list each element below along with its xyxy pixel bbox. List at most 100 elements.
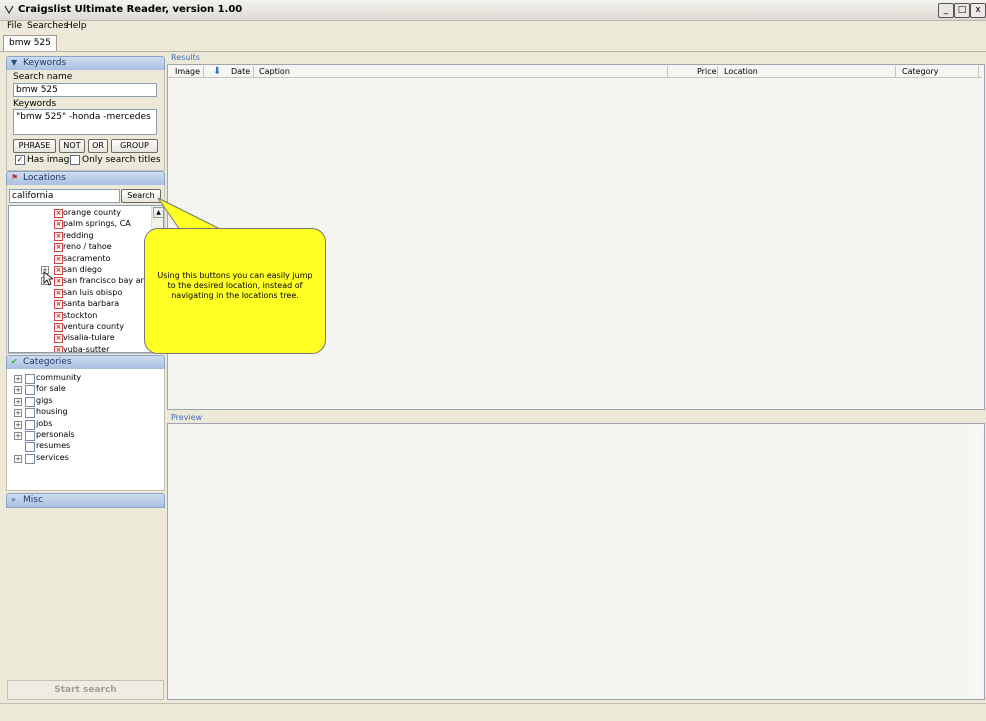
results-header-divider bbox=[168, 77, 982, 78]
phrase-button[interactable]: PHRASE bbox=[13, 139, 56, 153]
location-item-label: san diego bbox=[63, 265, 102, 274]
location-item[interactable]: × orange county bbox=[9, 208, 149, 219]
excluded-icon[interactable]: × bbox=[54, 334, 63, 344]
close-button[interactable]: x bbox=[970, 3, 986, 18]
keywords-label: Keywords bbox=[13, 99, 57, 109]
location-item[interactable]: × reno / tahoe bbox=[9, 242, 149, 253]
column-date[interactable]: Date bbox=[231, 66, 254, 77]
excluded-icon[interactable]: × bbox=[54, 209, 63, 218]
location-item-label: santa barbara bbox=[63, 299, 120, 309]
location-item[interactable]: × stockton bbox=[9, 311, 149, 322]
location-item[interactable]: × santa barbara bbox=[9, 299, 149, 310]
maximize-button[interactable]: □ bbox=[954, 3, 970, 18]
expand-icon[interactable]: + bbox=[14, 432, 22, 440]
not-button[interactable]: NOT bbox=[59, 139, 85, 153]
column-category[interactable]: Category bbox=[902, 66, 979, 77]
category-checkbox[interactable] bbox=[25, 385, 35, 396]
locations-header[interactable]: ⚑ Locations bbox=[6, 171, 165, 186]
search-name-input[interactable]: bmw 525 bbox=[13, 83, 157, 97]
app-icon bbox=[4, 5, 14, 14]
category-item[interactable]: + for sale bbox=[7, 384, 157, 396]
category-checkbox[interactable] bbox=[25, 419, 35, 430]
misc-header-label: Misc bbox=[23, 495, 43, 505]
location-item[interactable]: × palm springs, CA bbox=[9, 219, 149, 230]
location-item[interactable]: × redding bbox=[9, 231, 149, 242]
category-item[interactable]: + jobs bbox=[7, 419, 157, 430]
minimize-button[interactable]: _ bbox=[938, 3, 954, 18]
column-location[interactable]: Location bbox=[724, 66, 896, 77]
category-item[interactable]: + community bbox=[7, 373, 157, 384]
excluded-icon[interactable]: × bbox=[54, 277, 63, 287]
location-item[interactable]: × yuba-sutter bbox=[9, 344, 149, 353]
excluded-icon[interactable]: × bbox=[54, 288, 63, 298]
group-button[interactable]: GROUP bbox=[111, 139, 158, 153]
category-checkbox[interactable] bbox=[25, 408, 35, 419]
excluded-icon[interactable]: × bbox=[54, 345, 63, 352]
keywords-textarea[interactable]: "bmw 525" -honda -mercedes bbox=[13, 109, 157, 135]
location-item-label: palm springs, CA bbox=[63, 219, 131, 229]
or-button[interactable]: OR bbox=[88, 139, 108, 153]
categories-panel: + community + for sale + gigs + housing + jobs + pe… bbox=[6, 369, 165, 491]
excluded-icon[interactable]: × bbox=[54, 220, 63, 230]
start-search-button[interactable]: Start search bbox=[7, 680, 164, 700]
categories-header[interactable]: ✔ Categories bbox=[6, 355, 165, 370]
callout-text: Using this buttons you can easily jump t… bbox=[157, 271, 313, 300]
category-item[interactable]: + services bbox=[7, 453, 157, 464]
only-titles-label: Only search titles bbox=[82, 155, 161, 165]
category-item[interactable]: resumes bbox=[7, 441, 157, 453]
excluded-icon[interactable]: × bbox=[54, 254, 63, 264]
menu-file[interactable]: File bbox=[7, 21, 22, 31]
category-checkbox[interactable] bbox=[25, 374, 35, 384]
menu-help[interactable]: Help bbox=[66, 21, 87, 31]
excluded-icon[interactable]: × bbox=[54, 243, 63, 253]
keywords-header[interactable]: ▼ Keywords bbox=[6, 56, 165, 71]
location-item-label: yuba-sutter bbox=[63, 344, 110, 353]
keywords-panel: Search name bmw 525 Keywords "bmw 525" -… bbox=[6, 70, 165, 171]
keywords-value: "bmw 525" -honda -mercedes bbox=[16, 112, 151, 122]
location-item[interactable]: + × san diego bbox=[9, 265, 149, 276]
expand-icon[interactable]: + bbox=[14, 420, 22, 429]
excluded-icon[interactable]: × bbox=[54, 266, 63, 275]
category-checkbox[interactable] bbox=[25, 453, 35, 464]
expand-icon[interactable]: + bbox=[14, 386, 22, 395]
category-item[interactable]: + personals bbox=[7, 430, 157, 441]
excluded-icon[interactable]: × bbox=[54, 231, 63, 241]
menu-searches[interactable]: Searches bbox=[27, 21, 68, 31]
column-price[interactable]: Price bbox=[697, 66, 718, 77]
title-bar: Craigslist Ultimate Reader, version 1.00… bbox=[0, 0, 986, 21]
category-item[interactable]: + gigs bbox=[7, 396, 157, 407]
expand-icon[interactable]: + bbox=[14, 375, 22, 383]
location-item[interactable]: × visalia-tulare bbox=[9, 333, 149, 344]
location-item[interactable]: × ventura county bbox=[9, 322, 149, 333]
excluded-icon[interactable]: × bbox=[54, 311, 63, 321]
has-image-checkbox[interactable]: ✓ bbox=[15, 155, 25, 165]
locations-panel: california Search × orange county × palm sp… bbox=[6, 185, 165, 354]
location-item[interactable]: × san luis obispo bbox=[9, 288, 149, 299]
location-item[interactable]: +×san francisco bay ar bbox=[9, 276, 149, 287]
only-titles-checkbox[interactable] bbox=[70, 155, 80, 165]
category-checkbox[interactable] bbox=[25, 396, 35, 407]
excluded-icon[interactable]: × bbox=[54, 300, 63, 310]
column-caption[interactable]: Caption bbox=[259, 66, 668, 77]
sort-down-icon[interactable]: ⬇ bbox=[213, 66, 221, 77]
category-checkbox[interactable] bbox=[25, 442, 35, 453]
expand-icon[interactable]: + bbox=[14, 397, 22, 406]
expand-icon[interactable]: + bbox=[14, 454, 22, 463]
misc-header[interactable]: » Misc bbox=[6, 493, 165, 508]
location-item-label: reno / tahoe bbox=[63, 242, 112, 252]
column-image[interactable]: Image bbox=[175, 66, 204, 77]
category-checkbox[interactable] bbox=[25, 431, 35, 441]
category-item[interactable]: + housing bbox=[7, 407, 157, 419]
cursor-icon bbox=[43, 271, 53, 286]
locations-tree[interactable]: × orange county × palm springs, CA × redding ×… bbox=[8, 205, 164, 353]
preview-scrollbar[interactable] bbox=[970, 425, 981, 696]
categories-icon: ✔ bbox=[11, 357, 18, 366]
category-item-label: jobs bbox=[36, 418, 53, 428]
locations-header-label: Locations bbox=[23, 173, 66, 183]
tab-bmw-525[interactable]: bmw 525 bbox=[3, 35, 57, 51]
excluded-icon[interactable]: × bbox=[54, 323, 63, 332]
location-search-input[interactable]: california bbox=[9, 189, 120, 203]
categories-header-label: Categories bbox=[23, 357, 72, 367]
expand-icon[interactable]: + bbox=[14, 409, 22, 418]
location-item[interactable]: × sacramento bbox=[9, 254, 149, 265]
